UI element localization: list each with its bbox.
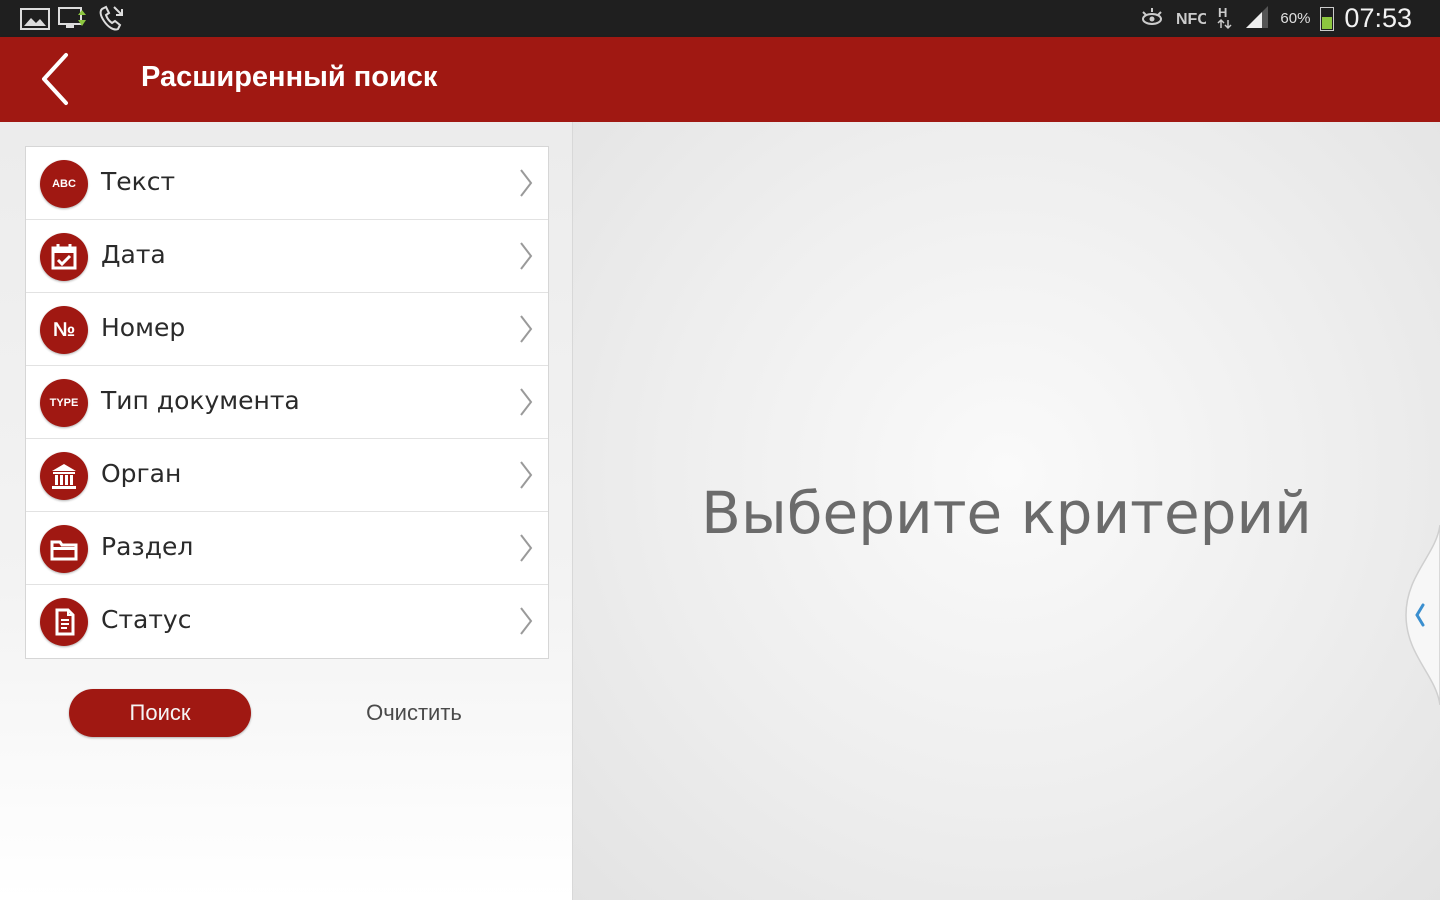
- signal-icon: [1244, 4, 1270, 34]
- system-icons: NFC H 60% 07:53: [1138, 3, 1412, 34]
- criterion-text[interactable]: ABC Текст: [26, 147, 548, 220]
- document-icon: [40, 598, 88, 646]
- notification-icons: [20, 5, 126, 37]
- chevron-right-icon: [520, 242, 533, 270]
- criterion-label: Дата: [101, 240, 166, 269]
- select-criterion-prompt: Выберите критерий: [701, 479, 1312, 547]
- side-panel-handle[interactable]: [1398, 524, 1440, 706]
- back-button[interactable]: [30, 47, 90, 111]
- criterion-date[interactable]: Дата: [26, 220, 548, 293]
- criterion-label: Номер: [101, 313, 186, 342]
- page-title: Расширенный поиск: [141, 61, 438, 93]
- chevron-right-icon: [520, 534, 533, 562]
- app-bar: Расширенный поиск: [0, 37, 1440, 122]
- screen-sync-icon: [58, 6, 88, 36]
- chevron-right-icon: [520, 315, 533, 343]
- criterion-label: Тип документа: [101, 386, 300, 415]
- criterion-section[interactable]: Раздел: [26, 512, 548, 585]
- criteria-list: ABC Текст Дата № Номер TYPE Тип документ…: [25, 146, 549, 659]
- criterion-label: Текст: [101, 167, 176, 196]
- abc-icon: ABC: [40, 160, 88, 208]
- chevron-right-icon: [520, 169, 533, 197]
- detail-pane: Выберите критерий: [573, 122, 1440, 900]
- folder-icon: [40, 525, 88, 573]
- criterion-label: Раздел: [101, 532, 194, 561]
- chevron-right-icon: [520, 388, 533, 416]
- battery-icon: [1320, 6, 1335, 31]
- battery-percent: 60%: [1280, 10, 1311, 27]
- building-icon: [40, 452, 88, 500]
- number-icon: №: [40, 306, 88, 354]
- back-arrow-icon: [42, 53, 68, 105]
- status-bar: NFC H 60% 07:53: [0, 0, 1440, 37]
- type-icon: TYPE: [40, 379, 88, 427]
- criterion-label: Орган: [101, 459, 182, 488]
- criterion-document-type[interactable]: TYPE Тип документа: [26, 366, 548, 439]
- search-button[interactable]: Поиск: [69, 689, 251, 737]
- criterion-number[interactable]: № Номер: [26, 293, 548, 366]
- network-h-icon: H: [1216, 4, 1234, 34]
- chevron-right-icon: [520, 461, 533, 489]
- svg-text:H: H: [1218, 5, 1227, 20]
- criteria-pane: ABC Текст Дата № Номер TYPE Тип документ…: [0, 122, 573, 900]
- clear-button[interactable]: Очистить: [345, 689, 483, 737]
- criterion-authority[interactable]: Орган: [26, 439, 548, 512]
- missed-call-icon: [96, 5, 126, 37]
- nfc-icon: NFC: [1176, 6, 1209, 32]
- criterion-status[interactable]: Статус: [26, 585, 548, 658]
- clock: 07:53: [1344, 3, 1412, 33]
- svg-text:NFC: NFC: [1176, 11, 1206, 28]
- smart-stay-icon: [1138, 6, 1166, 32]
- calendar-icon: [40, 233, 88, 281]
- gallery-icon: [20, 7, 50, 35]
- chevron-right-icon: [520, 607, 533, 635]
- criterion-label: Статус: [101, 605, 192, 634]
